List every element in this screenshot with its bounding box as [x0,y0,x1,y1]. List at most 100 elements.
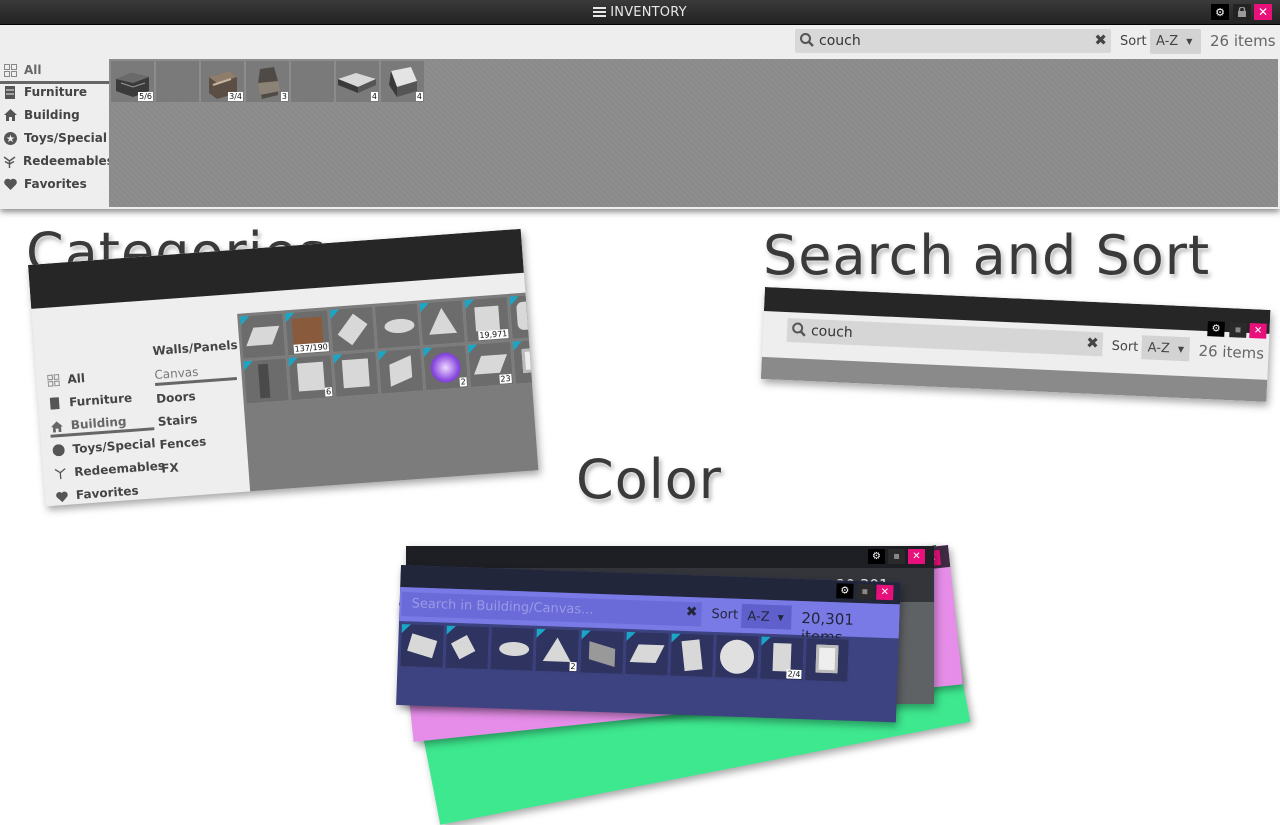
search-icon [792,322,806,337]
grid-icon [46,374,60,388]
preview-slot [511,337,539,385]
inventory-slot[interactable] [155,60,200,103]
slot-quantity: 5/6 [138,92,153,101]
sidebar-item-favorites[interactable]: Favorites [0,173,109,195]
close-icon: ✕ [1249,323,1267,339]
close-icon: ✕ [876,584,894,601]
sidebar-item-label: All [24,63,42,77]
chevron-down-icon: ▼ [1177,344,1185,354]
preview-category-redeemables: Redeemables [53,459,165,481]
search-box: ✖ [795,29,1111,53]
sidebar-item-label: Toys/Special [24,131,107,145]
preview-slot [444,624,490,671]
preview-sort-select: A-Z ▼ [741,603,792,630]
inventory-slot[interactable]: 4 [380,60,425,103]
preview-slot [624,630,670,677]
preview-slot-quantity: 23 [499,373,512,384]
sidebar-item-label: Furniture [24,85,88,99]
inventory-window: INVENTORY ⚙ ✕ ✖ Sort A-Z ▼ 26 [0,0,1280,209]
preview-slot [399,623,445,669]
lock-icon: ▪ [888,549,905,564]
gear-icon: ⚙ [1215,5,1225,19]
preview-category-label: Toys/Special [72,436,156,457]
heart-icon [55,489,69,503]
chevron-down-icon: ▼ [1186,37,1193,46]
sidebar-item-redeemables[interactable]: Redeemables [0,150,114,172]
title-bar[interactable]: INVENTORY ⚙ ✕ [0,0,1280,25]
sidebar-item-furniture[interactable]: Furniture [0,81,109,103]
sidebar-item-label: Favorites [24,177,87,191]
preview-sort-value: A-Z [747,608,770,625]
preview-sort-select: A-Z ▼ [1141,335,1191,362]
star-icon [51,443,65,457]
preview-slot-quantity: 2 [569,661,577,672]
inventory-slot[interactable]: 5/6 [110,60,155,103]
preview-sort-value: A-Z [1147,339,1171,356]
preview-title-bar [406,546,934,568]
preview-slot [669,632,715,678]
preview-subcategory: Fences [159,434,207,452]
leaf-icon [53,466,67,480]
preview-slot: 6 [287,354,335,402]
gear-icon: ⚙ [868,549,885,564]
sort-label: Sort [1120,34,1147,49]
furniture-icon [3,85,17,99]
preview-slot: 2 [534,627,580,674]
preview-category-furniture: Furniture [48,391,133,411]
close-icon: ✕ [1257,5,1269,19]
window-title-text: INVENTORY [610,4,687,20]
slot-quantity: 3/4 [228,92,243,101]
preview-category-label: Building [70,414,127,433]
preview-slot [377,347,425,395]
window-title: INVENTORY [0,0,1280,24]
heart-icon [3,177,17,191]
preview-subcategory: FX [160,460,180,476]
gear-icon: ⚙ [1207,321,1225,337]
search-icon [800,33,814,47]
inventory-slot[interactable] [290,60,335,103]
gear-icon: ⚙ [836,583,854,599]
preview-category-label: Favorites [75,483,140,503]
close-icon: ✕ [908,549,925,564]
settings-button[interactable]: ⚙ [1211,4,1229,20]
lock-icon: ▪ [856,583,874,600]
sidebar-item-label: Redeemables [23,154,114,168]
star-icon [3,131,17,145]
preview-slot [242,357,290,405]
preview-category-building: Building [49,412,155,438]
lock-icon [1238,7,1246,17]
inventory-slot[interactable]: 3 [245,60,290,103]
categories-preview: All Furniture Building Toys/Special Rede… [28,228,539,507]
color-preview-blue: ⚙ ▪ ✕ Search in Building/Canvas... ✖ Sor… [396,565,901,723]
preview-item-count: 26 items [1198,341,1265,363]
search-input[interactable] [819,29,1087,53]
preview-grid-strip [760,356,1268,402]
house-icon [3,108,17,122]
preview-slot: 19,971 [463,295,511,344]
preview-slot [508,292,539,340]
preview-slot-quantity: 6 [324,387,333,397]
search-sort-preview: ⚙ ▪ ✕ couch ✖ Sort A-Z ▼ 26 items [760,287,1271,402]
preview-slot-quantity: 19,971 [478,329,509,341]
category-sidebar: All Furniture Building Toys/Special Rede… [0,59,114,207]
close-button[interactable]: ✕ [1254,4,1272,20]
preview-slot: 2/4 [759,635,805,682]
menu-icon[interactable] [593,5,607,19]
sidebar-item-building[interactable]: Building [0,104,109,126]
inventory-slot[interactable]: 3/4 [200,60,245,103]
preview-slot [332,350,380,398]
preview-subcategory: Doors [155,389,197,406]
toolbar: ✖ Sort A-Z ▼ 26 items [0,25,1280,59]
preview-category-all: All [46,371,85,388]
slot-quantity: 3 [280,92,288,101]
lock-button[interactable] [1233,4,1251,20]
clear-search-icon[interactable]: ✖ [1094,31,1107,49]
sort-select[interactable]: A-Z ▼ [1150,29,1201,54]
preview-slot: 23 [466,340,515,388]
sidebar-item-toys-special[interactable]: Toys/Special [0,127,109,149]
clear-search-icon: ✖ [1085,333,1100,353]
inventory-slot[interactable]: 4 [335,60,380,103]
preview-sort-label: Sort [1111,338,1139,355]
preview-category-favorites: Favorites [55,483,140,504]
preview-subcategory: Walls/Panels [152,337,239,359]
